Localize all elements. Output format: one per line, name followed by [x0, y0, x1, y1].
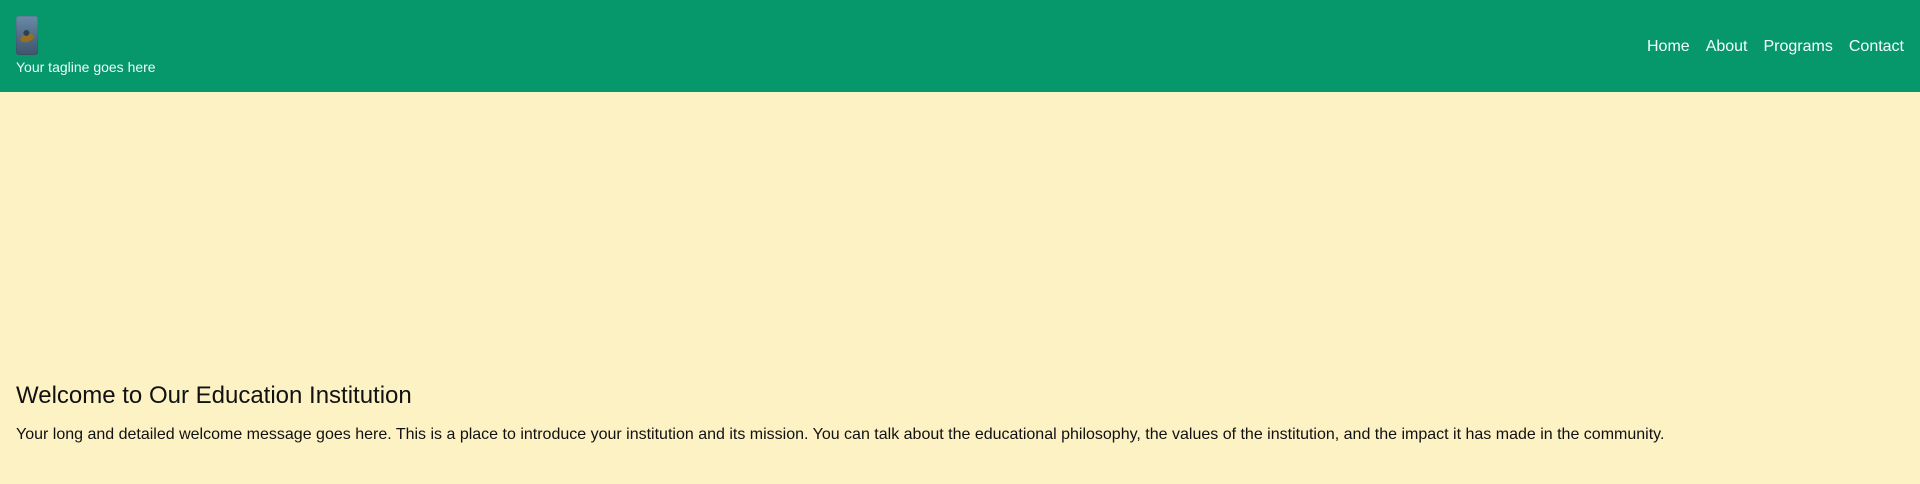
nav-link-contact[interactable]: Contact — [1849, 38, 1904, 56]
welcome-message: Your long and detailed welcome message g… — [16, 425, 1665, 443]
logo-icon[interactable] — [16, 16, 38, 55]
main-content: Welcome to Our Education Institution You… — [16, 382, 1904, 445]
brand[interactable] — [16, 16, 38, 55]
nav-link-home[interactable]: Home — [1647, 38, 1690, 56]
hero-space — [0, 92, 1920, 378]
page-title: Welcome to Our Education Institution — [16, 382, 412, 409]
main-nav: Home About Programs Contact — [1647, 38, 1904, 56]
nav-link-programs[interactable]: Programs — [1764, 38, 1833, 56]
site-header: Your tagline goes here Home About Progra… — [0, 0, 1920, 92]
tagline: Your tagline goes here — [16, 59, 156, 75]
nav-link-about[interactable]: About — [1706, 38, 1748, 56]
logo-mark — [19, 32, 35, 44]
